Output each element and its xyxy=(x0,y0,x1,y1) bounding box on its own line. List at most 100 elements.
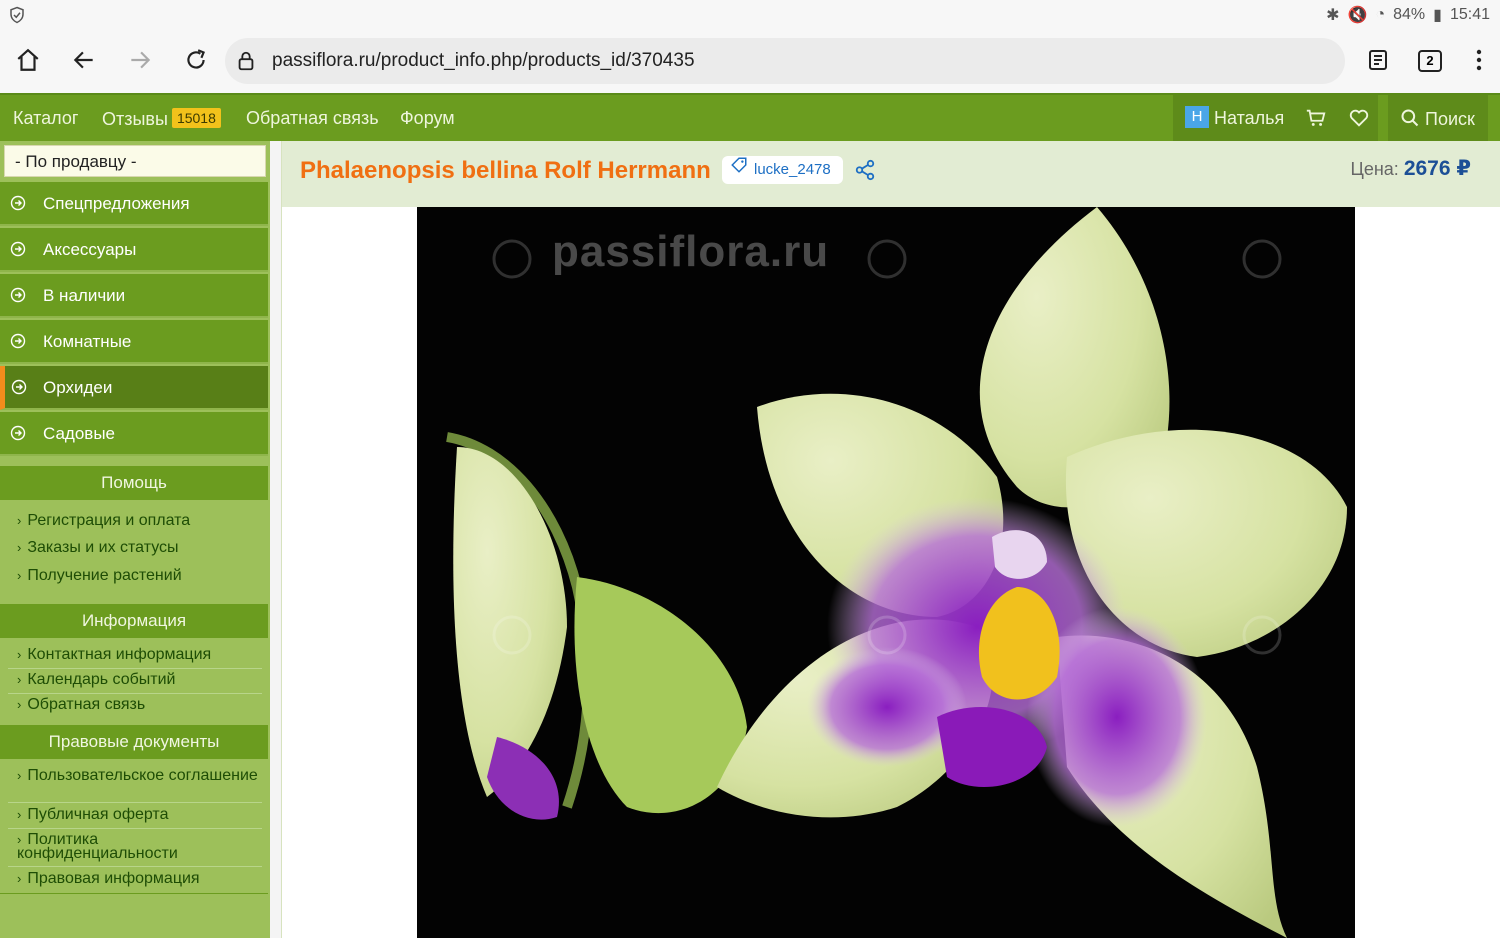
avatar[interactable]: Н xyxy=(1185,106,1209,128)
category-label: Аксессуары xyxy=(43,240,137,259)
chevron-right-icon: › xyxy=(17,697,22,712)
home-icon[interactable] xyxy=(12,44,44,76)
user-panel: Н Наталья xyxy=(1173,95,1378,141)
link-label: Публичная оферта xyxy=(27,806,169,823)
reviews-count-badge: 15018 xyxy=(171,108,221,128)
browser-toolbar: passiflora.ru/product_info.php/products_… xyxy=(0,30,1500,93)
clock: 15:41 xyxy=(1449,6,1490,23)
price-value: 2676 ₽ xyxy=(1403,157,1471,180)
info-link-calendar[interactable]: › Календарь событий xyxy=(17,672,262,688)
help-link-registration[interactable]: › Регистрация и оплата xyxy=(17,512,262,529)
forward-icon[interactable] xyxy=(124,44,156,76)
category-item-accessories[interactable]: Аксессуары xyxy=(0,228,268,272)
link-label: Пользовательское соглашение xyxy=(27,767,258,784)
orchid-image xyxy=(417,207,1355,938)
help-link-orders[interactable]: › Заказы и их статусы xyxy=(17,539,262,556)
bluetooth-icon: ✱ xyxy=(1326,7,1340,24)
reload-icon[interactable] xyxy=(180,44,212,76)
divider xyxy=(0,893,268,894)
nav-catalog[interactable]: Каталог xyxy=(13,108,78,129)
chevron-right-icon: › xyxy=(17,568,22,583)
lock-icon xyxy=(235,49,257,78)
link-label: Регистрация и оплата xyxy=(27,512,191,529)
arrow-circle-icon xyxy=(10,287,26,308)
info-heading: Информация xyxy=(0,604,268,638)
divider xyxy=(8,668,262,669)
nav-reviews[interactable]: Отзывы 15018 xyxy=(102,108,221,130)
seller-filter-select[interactable]: - По продавцу - xyxy=(4,145,266,177)
product-title: Phalaenopsis bellina Rolf Herrmann xyxy=(300,157,711,184)
divider xyxy=(8,802,262,803)
search-icon xyxy=(1400,108,1420,133)
user-name[interactable]: Наталья xyxy=(1214,108,1284,129)
tag-icon xyxy=(730,156,748,184)
wifi-icon: ◔ xyxy=(1375,6,1386,23)
link-label: Политика конфиденциальности xyxy=(17,831,178,862)
divider xyxy=(8,693,262,694)
battery-text: 84% xyxy=(1393,6,1426,23)
help-heading: Помощь xyxy=(0,466,268,500)
category-label: Орхидеи xyxy=(43,378,113,397)
legal-heading: Правовые документы xyxy=(0,725,268,759)
category-label: Садовые xyxy=(43,424,116,443)
chevron-right-icon: › xyxy=(17,768,22,783)
chevron-right-icon: › xyxy=(17,871,22,886)
help-link-receiving[interactable]: › Получение растений xyxy=(17,567,262,584)
link-label: Обратная связь xyxy=(27,696,146,713)
link-label: Правовая информация xyxy=(27,870,200,887)
nav-forum[interactable]: Форум xyxy=(400,108,455,129)
category-item-garden[interactable]: Садовые xyxy=(0,412,268,456)
search-button[interactable]: Поиск xyxy=(1388,95,1488,141)
nav-feedback[interactable]: Обратная связь xyxy=(246,108,379,129)
arrow-circle-icon xyxy=(10,195,26,216)
category-label: В наличии xyxy=(43,286,126,305)
sidebar: - По продавцу - Спецпредложения Аксессуа… xyxy=(0,141,270,938)
chevron-right-icon: › xyxy=(17,540,22,555)
info-link-contacts[interactable]: › Контактная информация xyxy=(17,646,262,663)
seller-tag[interactable]: lucke_2478 xyxy=(722,156,843,184)
product-main: Phalaenopsis bellina Rolf Herrmann lucke… xyxy=(281,141,1500,938)
cart-icon[interactable] xyxy=(1305,107,1327,134)
watermark-text: passiflora.ru xyxy=(552,227,830,276)
category-item-orchids[interactable]: Орхидеи xyxy=(0,366,268,410)
divider xyxy=(8,866,262,867)
more-menu-icon[interactable] xyxy=(1463,44,1495,76)
seller-tag-label: lucke_2478 xyxy=(754,161,831,178)
chevron-right-icon: › xyxy=(17,807,22,822)
tab-switcher-button[interactable]: 2 xyxy=(1418,50,1442,72)
link-label: Заказы и их статусы xyxy=(27,539,179,556)
site-nav: Каталог Отзывы 15018 Обратная связь Форум… xyxy=(0,93,1500,141)
info-link-feedback[interactable]: › Обратная связь xyxy=(17,696,262,713)
legal-link-legal-info[interactable]: › Правовая информация xyxy=(17,870,262,887)
category-label: Комнатные xyxy=(43,332,132,351)
product-title-bar: Phalaenopsis bellina Rolf Herrmann lucke… xyxy=(282,141,1500,207)
reader-mode-icon[interactable] xyxy=(1362,44,1394,76)
url-text: passiflora.ru/product_info.php/products_… xyxy=(272,50,695,71)
chevron-right-icon: › xyxy=(17,513,22,528)
product-photo[interactable]: passiflora.ru xyxy=(417,207,1355,938)
chevron-right-icon: › xyxy=(17,647,22,662)
status-bar: ✱ 🔇 ◔ 84% ▮ 15:41 xyxy=(0,0,1500,30)
category-item-in-stock[interactable]: В наличии xyxy=(0,274,268,318)
link-label: Контактная информация xyxy=(27,646,212,663)
legal-link-user-agreement[interactable]: › Пользовательское соглашение xyxy=(17,767,262,784)
search-label: Поиск xyxy=(1425,109,1475,129)
legal-link-public-offer[interactable]: › Публичная оферта xyxy=(17,806,262,823)
battery-icon: ▮ xyxy=(1433,7,1442,24)
address-bar[interactable]: passiflora.ru/product_info.php/products_… xyxy=(225,38,1345,84)
arrow-circle-icon xyxy=(10,333,26,354)
category-item-special-offers[interactable]: Спецпредложения xyxy=(0,182,268,226)
heart-icon[interactable] xyxy=(1348,107,1370,134)
category-item-indoor[interactable]: Комнатные xyxy=(0,320,268,364)
legal-link-privacy[interactable]: › Политика конфиденциальности xyxy=(17,831,262,862)
link-label: Получение растений xyxy=(27,567,182,584)
shield-icon xyxy=(8,6,26,29)
share-icon[interactable] xyxy=(854,159,876,186)
product-price: Цена: 2676 ₽ xyxy=(1351,156,1471,181)
arrow-circle-icon xyxy=(10,241,26,262)
back-icon[interactable] xyxy=(68,44,100,76)
divider xyxy=(8,828,262,829)
mute-icon: 🔇 xyxy=(1347,7,1368,24)
arrow-circle-icon xyxy=(10,425,26,446)
chevron-right-icon: › xyxy=(17,672,22,687)
